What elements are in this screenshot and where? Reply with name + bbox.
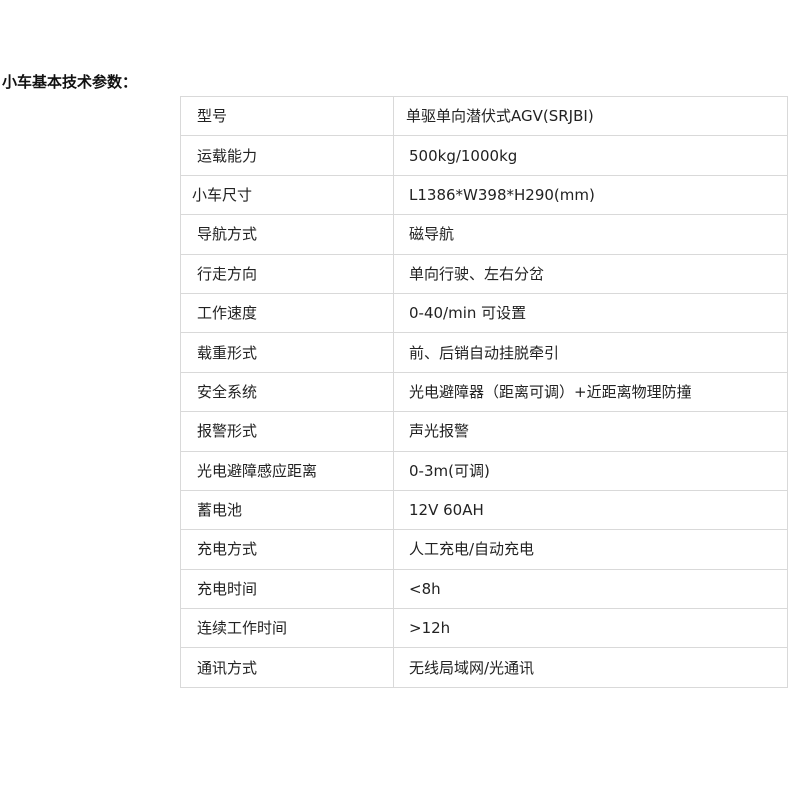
table-row: 安全系统 光电避障器（距离可调）+近距离物理防撞	[180, 371, 788, 413]
spec-table: 型号 单驱单向潜伏式AGV(SRJBⅠ) 运载能力 500kg/1000kg 小…	[180, 95, 788, 688]
table-row: 载重形式 前、后销自动挂脱牵引	[180, 332, 788, 373]
param-name: 行走方向	[180, 253, 394, 294]
table-row: 导航方式 磁导航	[180, 214, 788, 255]
param-value: 前、后销自动挂脱牵引	[393, 332, 788, 373]
param-name: 蓄电池	[180, 489, 394, 531]
param-name: 报警形式	[180, 411, 394, 452]
param-value: 声光报警	[393, 411, 788, 452]
table-row: 充电时间 <8h	[180, 568, 788, 610]
param-name: 型号	[180, 95, 394, 137]
table-row: 报警形式 声光报警	[180, 411, 788, 452]
param-name: 运载能力	[180, 135, 394, 176]
param-name: 小车尺寸	[180, 174, 394, 216]
param-value: <8h	[393, 568, 788, 610]
param-value: 光电避障器（距离可调）+近距离物理防撞	[393, 371, 788, 413]
param-name: 导航方式	[180, 214, 394, 255]
table-row: 蓄电池 12V 60AH	[180, 489, 788, 531]
param-name: 工作速度	[180, 292, 394, 334]
param-value: 人工充电/自动充电	[393, 529, 788, 570]
table-row: 工作速度 0-40/min 可设置	[180, 292, 788, 334]
param-value: L1386*W398*H290(mm)	[393, 174, 788, 216]
param-name: 通讯方式	[180, 647, 394, 688]
table-row: 行走方向 单向行驶、左右分岔	[180, 253, 788, 294]
param-name: 连续工作时间	[180, 608, 394, 649]
param-value: 单驱单向潜伏式AGV(SRJBⅠ)	[393, 95, 788, 137]
table-row: 运载能力 500kg/1000kg	[180, 135, 788, 176]
table-row: 通讯方式 无线局域网/光通讯	[180, 647, 788, 688]
param-value: 0-40/min 可设置	[393, 292, 788, 334]
param-value: 单向行驶、左右分岔	[393, 253, 788, 294]
param-name: 载重形式	[180, 332, 394, 373]
param-name: 充电方式	[180, 529, 394, 570]
param-value: 500kg/1000kg	[393, 135, 788, 176]
param-name: 安全系统	[180, 371, 394, 413]
param-value: 磁导航	[393, 214, 788, 255]
param-value: 0-3m(可调)	[393, 450, 788, 491]
table-row: 小车尺寸 L1386*W398*H290(mm)	[180, 174, 788, 216]
param-name: 充电时间	[180, 568, 394, 610]
param-value: 无线局域网/光通讯	[393, 647, 788, 688]
table-row: 连续工作时间 >12h	[180, 608, 788, 649]
table-row: 光电避障感应距离 0-3m(可调)	[180, 450, 788, 491]
table-row: 型号 单驱单向潜伏式AGV(SRJBⅠ)	[180, 95, 788, 137]
table-row: 充电方式 人工充电/自动充电	[180, 529, 788, 570]
section-title: 小车基本技术参数：	[2, 73, 138, 91]
param-value: >12h	[393, 608, 788, 649]
param-name: 光电避障感应距离	[180, 450, 394, 491]
param-value: 12V 60AH	[393, 489, 788, 531]
